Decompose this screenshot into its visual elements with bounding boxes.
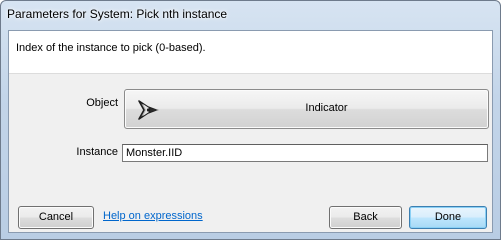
back-button[interactable]: Back [329,206,402,229]
object-picker-button[interactable]: Indicator [124,89,489,129]
done-button[interactable]: Done [409,206,487,229]
instance-expression-input[interactable] [122,144,488,162]
parameter-description: Index of the instance to pick (0-based). [16,42,206,54]
object-label: Object [86,97,118,109]
help-on-expressions-link[interactable]: Help on expressions [103,210,203,222]
description-panel: Index of the instance to pick (0-based). [9,31,492,74]
object-picker-value: Indicator [305,102,348,114]
window-title: Parameters for System: Pick nth instance [7,7,228,21]
cancel-button[interactable]: Cancel [18,206,94,229]
dialog-window: Parameters for System: Pick nth instance… [0,0,501,240]
dialog-body: Index of the instance to pick (0-based).… [8,30,493,233]
instance-label: Instance [76,146,118,158]
indicator-arrow-icon [134,95,164,125]
title-bar[interactable]: Parameters for System: Pick nth instance [1,1,500,29]
